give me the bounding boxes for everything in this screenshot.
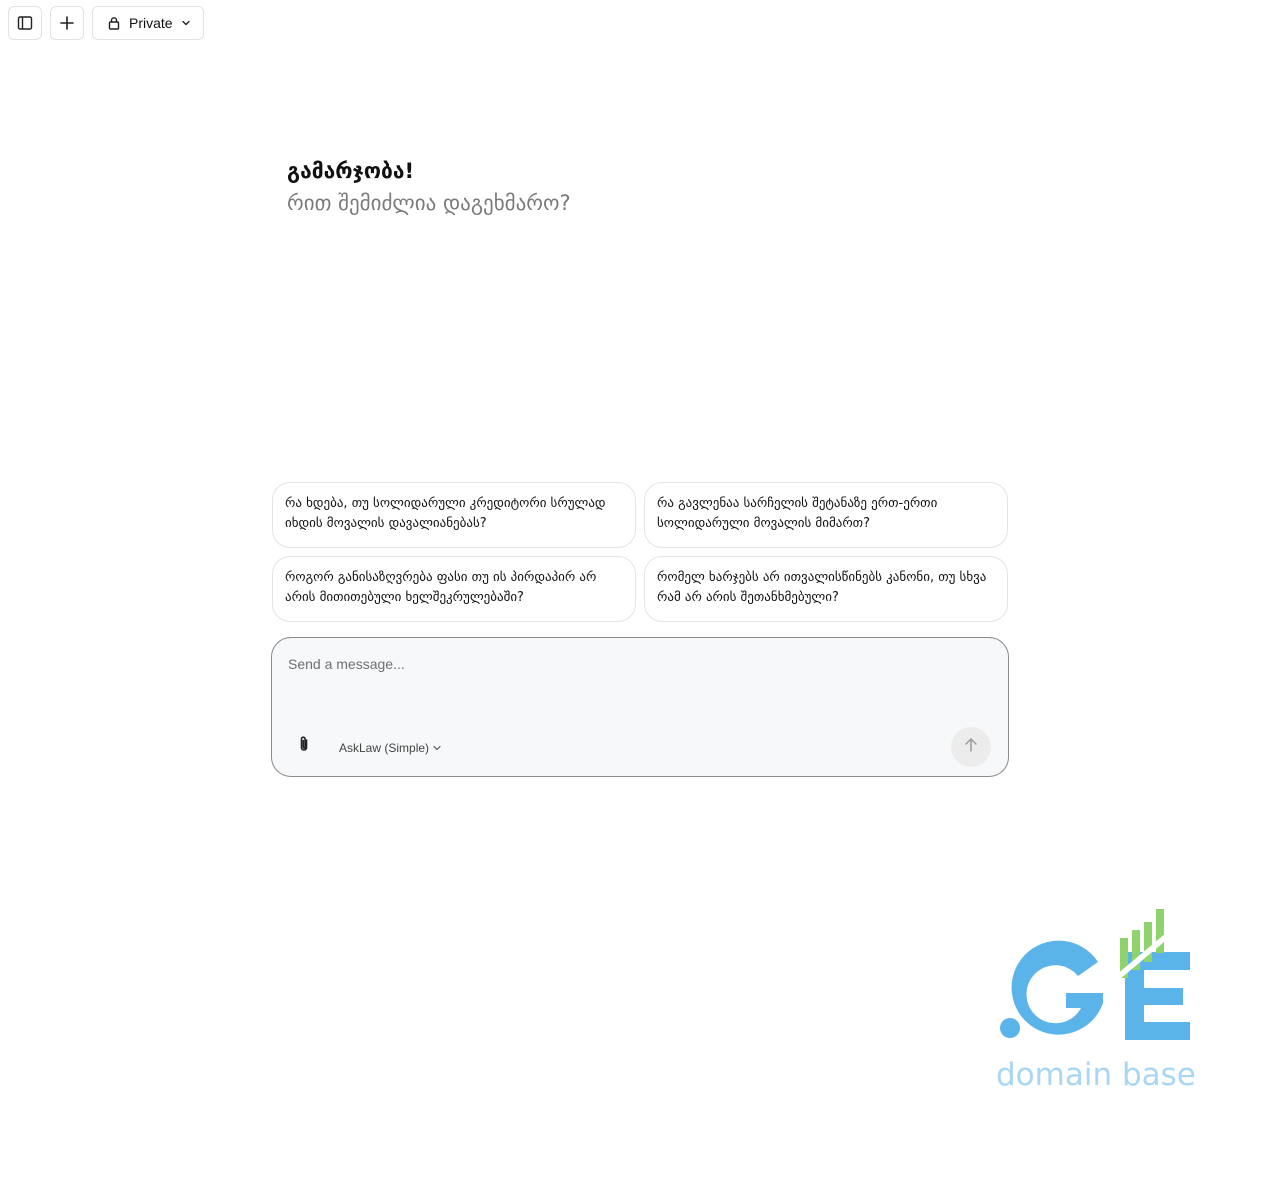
message-composer: AskLaw (Simple) xyxy=(271,637,1009,777)
chevron-down-icon xyxy=(181,18,191,28)
visibility-label: Private xyxy=(129,15,173,31)
suggestion-button[interactable]: რა გავლენაა სარჩელის შეტანაზე ერთ-ერთი ს… xyxy=(644,482,1008,548)
domain-base-logo: domain base xyxy=(990,905,1200,1105)
logo-tagline: domain base xyxy=(996,1057,1196,1093)
message-input[interactable] xyxy=(288,656,988,716)
new-chat-button[interactable] xyxy=(50,6,84,40)
ge-logo-graphic xyxy=(1000,909,1190,1040)
suggested-questions: რა ხდება, თუ სოლიდარული კრედიტორი სრულად… xyxy=(272,482,1008,622)
suggestion-button[interactable]: როგორ განისაზღვრება ფასი თუ ის პირდაპირ … xyxy=(272,556,636,622)
chevron-down-icon xyxy=(432,738,442,757)
top-toolbar: Private xyxy=(8,6,204,40)
lock-icon xyxy=(107,16,121,30)
sidebar-toggle-button[interactable] xyxy=(8,6,42,40)
suggestion-button[interactable]: რომელ ხარჯებს არ ითვალისწინებს კანონი, თ… xyxy=(644,556,1008,622)
greeting-title: გამარჯობა! xyxy=(287,159,415,183)
greeting-subtitle: რით შემიძლია დაგეხმარო? xyxy=(287,191,571,215)
suggestion-button[interactable]: რა ხდება, თუ სოლიდარული კრედიტორი სრულად… xyxy=(272,482,636,548)
model-selector[interactable]: AskLaw (Simple) xyxy=(339,738,442,757)
arrow-up-icon xyxy=(964,737,978,757)
attach-button[interactable] xyxy=(292,734,316,758)
sidebar-toggle-icon xyxy=(17,15,33,31)
plus-icon xyxy=(59,15,75,31)
model-label: AskLaw (Simple) xyxy=(339,740,430,755)
visibility-selector[interactable]: Private xyxy=(92,6,204,40)
send-button[interactable] xyxy=(951,727,991,767)
greeting: გამარჯობა! რით შემიძლია დაგეხმარო? xyxy=(287,156,571,220)
paperclip-icon xyxy=(296,735,312,757)
